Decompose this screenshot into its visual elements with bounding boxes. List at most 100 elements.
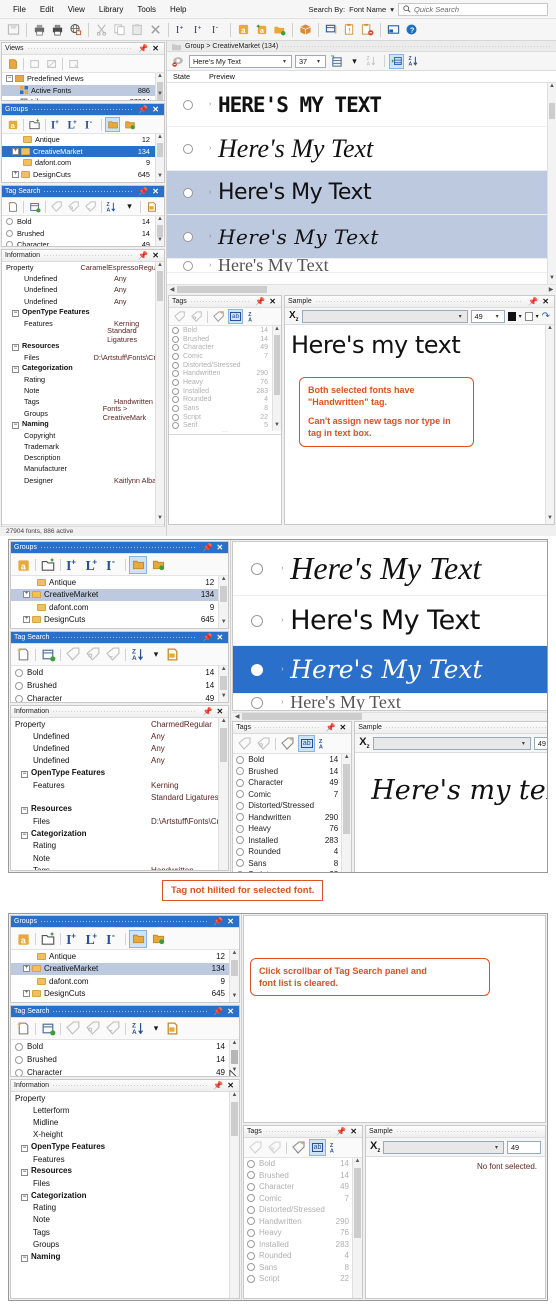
- new-tag-icon[interactable]: ✦: [14, 1020, 32, 1038]
- property-row[interactable]: Copyright: [2, 430, 164, 441]
- close-icon[interactable]: ✕: [150, 105, 161, 114]
- tag-list-item[interactable]: Brushed 14: [169, 335, 281, 344]
- refresh-groups-icon[interactable]: [149, 556, 167, 574]
- tag-toggle-icon[interactable]: [236, 824, 245, 833]
- tag-toggle-icon[interactable]: [236, 778, 245, 787]
- scrollbar-thumb[interactable]: [157, 225, 163, 237]
- scroll-down-icon[interactable]: ▼: [156, 173, 164, 182]
- assign-tag-icon[interactable]: [236, 735, 253, 752]
- tag-toggle-icon[interactable]: [247, 1251, 255, 1260]
- tag-search-item-brushed[interactable]: Brushed 14: [11, 1053, 239, 1066]
- property-row[interactable]: − Categorization: [2, 363, 164, 374]
- expander-icon[interactable]: −: [12, 422, 19, 430]
- tag-toggle-icon[interactable]: [172, 396, 179, 404]
- save-icon[interactable]: [5, 21, 22, 39]
- close-icon[interactable]: ✕: [225, 917, 236, 926]
- information-property-grid[interactable]: Property CharmedRegular Undefined Any Undefi…: [11, 718, 229, 870]
- view-option-1-icon[interactable]: [27, 56, 42, 71]
- scroll-up-icon[interactable]: ▲: [273, 326, 281, 335]
- sample-text-input[interactable]: ▾: [301, 309, 468, 323]
- tag-toggle-icon[interactable]: [247, 1240, 255, 1249]
- tag-toggle-icon[interactable]: [15, 1042, 23, 1051]
- activate-group-icon[interactable]: I +: [49, 117, 64, 132]
- property-row[interactable]: Property CaramelEspressoRegular: [2, 262, 164, 273]
- property-row[interactable]: Property: [11, 1092, 239, 1104]
- property-row[interactable]: − Categorization: [11, 828, 228, 840]
- property-row[interactable]: Rating: [11, 840, 228, 852]
- property-row[interactable]: Rating: [11, 1202, 239, 1214]
- scroll-up-icon[interactable]: ▲: [546, 325, 554, 334]
- font-list-row[interactable]: › Here's My Text: [233, 596, 547, 646]
- add-font-new-icon[interactable]: a ✦: [253, 21, 270, 39]
- menu-item-help[interactable]: Help: [163, 3, 193, 16]
- property-row[interactable]: Tags: [11, 1226, 239, 1238]
- expander-icon[interactable]: +: [12, 170, 19, 178]
- chevron-right-icon[interactable]: ›: [209, 145, 218, 152]
- tag-toggle-icon[interactable]: [236, 836, 245, 845]
- scroll-down-icon[interactable]: ▼: [219, 619, 228, 628]
- property-row[interactable]: − Resources: [11, 1165, 239, 1177]
- property-row[interactable]: Manufacturer: [2, 463, 164, 474]
- tag-search-item-brushed[interactable]: Brushed 14: [2, 228, 164, 240]
- activate-permanently-icon[interactable]: I +: [191, 21, 208, 39]
- tag-filter-1-icon[interactable]: [64, 1020, 82, 1038]
- property-row[interactable]: Features Kerning: [11, 779, 228, 791]
- scroll-down-icon[interactable]: ▼: [156, 515, 164, 524]
- information-scrollbar[interactable]: ▲: [229, 1092, 239, 1298]
- tag-list-item[interactable]: Character 49: [244, 1181, 362, 1193]
- font-list-2[interactable]: › Here's My Text › Here's My Text › Here…: [232, 541, 547, 711]
- font-info-warning-icon[interactable]: !: [341, 21, 358, 39]
- tags-list[interactable]: Bold 14 Brushed 14 Character 49 Comic 7 Distorte…: [244, 1158, 362, 1298]
- menu-item-tools[interactable]: Tools: [130, 3, 163, 16]
- tag-toggle-icon[interactable]: [172, 378, 179, 386]
- property-row[interactable]: − OpenType Features: [11, 1141, 239, 1153]
- scroll-down-icon[interactable]: ▼: [219, 693, 228, 702]
- tag-list-item[interactable]: Installed 283: [169, 387, 281, 396]
- sort-dropdown-icon[interactable]: ▾: [122, 199, 137, 214]
- tag-toggle-icon[interactable]: [236, 847, 245, 856]
- property-row[interactable]: Letterform: [11, 1104, 239, 1116]
- tag-toggle-icon[interactable]: [172, 422, 179, 430]
- tag-text-box[interactable]: [169, 434, 281, 524]
- close-icon[interactable]: ✕: [215, 633, 226, 642]
- property-row[interactable]: Undefined Any: [2, 273, 164, 284]
- export-web-icon[interactable]: [67, 21, 84, 39]
- views-tree-item-active-fonts[interactable]: Active Fonts 886: [2, 84, 164, 96]
- sort-za-icon[interactable]: ZA: [365, 54, 380, 69]
- sort-dropdown-icon[interactable]: ▾: [151, 1021, 161, 1036]
- groups-tree-item-creativemarket[interactable]: + CreativeMarket 134: [11, 588, 229, 601]
- property-row[interactable]: − Resources: [11, 803, 228, 815]
- pin-icon[interactable]: 📌: [324, 723, 338, 732]
- tag-list-item[interactable]: Sans 8: [169, 404, 281, 413]
- groups-tree-item-dafont[interactable]: dafont.com 9: [11, 601, 228, 614]
- tag-list-item[interactable]: Distorted/Stressed: [169, 361, 281, 370]
- views-tree-root[interactable]: − Predefined Views: [2, 73, 164, 85]
- chevron-right-icon[interactable]: ›: [209, 233, 218, 240]
- pin-icon[interactable]: 📌: [211, 1007, 225, 1016]
- close-icon[interactable]: ✕: [150, 187, 161, 196]
- tag-table-icon[interactable]: [39, 1020, 57, 1038]
- font-state-toggle[interactable]: [233, 614, 281, 627]
- tag-view-icon[interactable]: [163, 1020, 181, 1038]
- tag-search-item-bold[interactable]: Bold 14: [2, 216, 164, 228]
- tag-toggle-icon[interactable]: [172, 405, 179, 413]
- groups-tree[interactable]: Antique 12 + CreativeMarket 134 dafont.c…: [2, 134, 164, 182]
- tag-toggle-icon[interactable]: [15, 1068, 23, 1076]
- tag-toggle-icon[interactable]: [247, 1171, 255, 1180]
- close-icon[interactable]: ✕: [150, 251, 161, 260]
- group-view-toggle-icon[interactable]: [389, 53, 404, 69]
- tag-toggle-icon[interactable]: [172, 413, 179, 421]
- pin-icon[interactable]: 📌: [201, 543, 215, 552]
- tag-list-item[interactable]: Brushed 14: [244, 1170, 362, 1182]
- groups-tree-item-antique[interactable]: Antique 12: [2, 134, 164, 146]
- tags-scrollbar[interactable]: ▲ ▼: [272, 326, 281, 431]
- new-tag-icon[interactable]: ✦: [211, 309, 226, 324]
- expander-icon[interactable]: −: [21, 1169, 28, 1177]
- background-color-swatch[interactable]: [524, 311, 533, 321]
- scroll-down-icon[interactable]: ▼: [548, 275, 556, 284]
- scrollbar-thumb[interactable]: [274, 335, 280, 395]
- property-row[interactable]: − OpenType Features: [2, 307, 164, 318]
- chevron-right-icon[interactable]: ›: [281, 617, 290, 624]
- property-row[interactable]: Groups Fonts > CreativeMark: [2, 404, 164, 422]
- expander-icon[interactable]: +: [23, 616, 30, 624]
